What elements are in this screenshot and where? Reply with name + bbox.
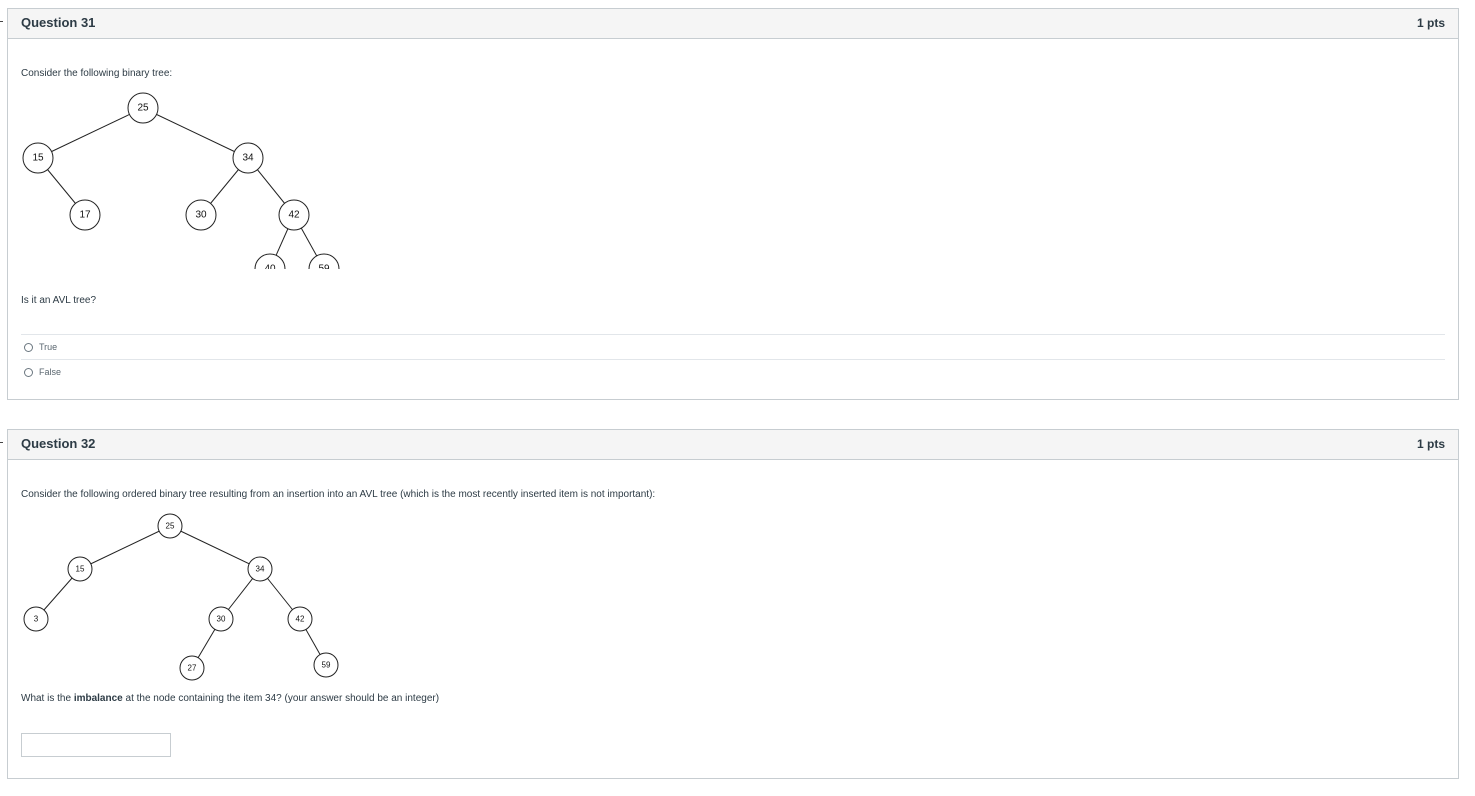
question-points: 1 pts [1416,16,1445,30]
svg-text:15: 15 [32,153,44,164]
question-31-card: Question 31 1 pts Consider the following… [7,8,1459,400]
tree-node: 25 [127,92,159,124]
svg-text:40: 40 [264,264,276,270]
question-32-card: Question 32 1 pts Consider the following… [7,429,1459,779]
answer-option-true[interactable]: True [21,334,1445,359]
tree-edge [37,107,144,159]
svg-text:17: 17 [79,210,91,221]
answer-input[interactable] [21,733,171,757]
radio-button[interactable] [24,368,33,377]
question-text-bold: imbalance [73,693,123,704]
svg-text:3: 3 [34,615,39,624]
tree-node: 3 [23,606,49,632]
tree-edge [169,525,261,570]
tree-node: 59 [308,253,340,270]
svg-text:42: 42 [288,210,300,221]
edge-mark-q32 [0,442,3,443]
answer-option-false[interactable]: False [21,359,1445,384]
question-points: 1 pts [1416,437,1445,451]
tree-edge [79,525,171,570]
tree-node: 59 [313,652,339,678]
question-text-prefix: What is the [21,693,74,704]
tree-node: 30 [208,606,234,632]
question-text: Is it an AVL tree? [21,295,97,306]
tree-node: 34 [232,142,264,174]
tree-node: 42 [278,199,310,231]
answer-list: True False [21,334,1445,384]
tree-node: 25 [157,513,183,539]
binary-tree-diagram: 25 15 34 17 30 42 40 59 [22,92,340,270]
tree-node: 40 [254,253,286,270]
svg-text:34: 34 [256,565,265,574]
tree-node: 17 [69,199,101,231]
svg-text:30: 30 [195,210,207,221]
edge-mark-q31 [0,21,3,22]
svg-text:42: 42 [296,615,305,624]
svg-text:59: 59 [322,661,331,670]
svg-text:27: 27 [188,664,197,673]
svg-text:25: 25 [137,103,149,114]
question-text: What is the imbalance at the node contai… [21,693,439,704]
svg-text:30: 30 [217,615,226,624]
svg-text:59: 59 [318,264,330,270]
tree-edge [142,107,249,159]
tree-node: 15 [67,556,93,582]
tree-node: 15 [22,142,54,174]
binary-tree-diagram: 25 15 34 3 30 42 27 59 [23,513,339,681]
question-text-suffix: at the node containing the item 34? (you… [122,693,440,704]
svg-text:25: 25 [166,522,175,531]
svg-text:34: 34 [242,153,254,164]
answer-label: True [39,342,58,352]
tree-node: 42 [287,606,313,632]
tree-node: 30 [185,199,217,231]
svg-text:15: 15 [76,565,85,574]
answer-label: False [39,367,62,377]
radio-button[interactable] [24,343,33,352]
tree-node: 27 [179,655,205,681]
tree-node: 34 [247,556,273,582]
